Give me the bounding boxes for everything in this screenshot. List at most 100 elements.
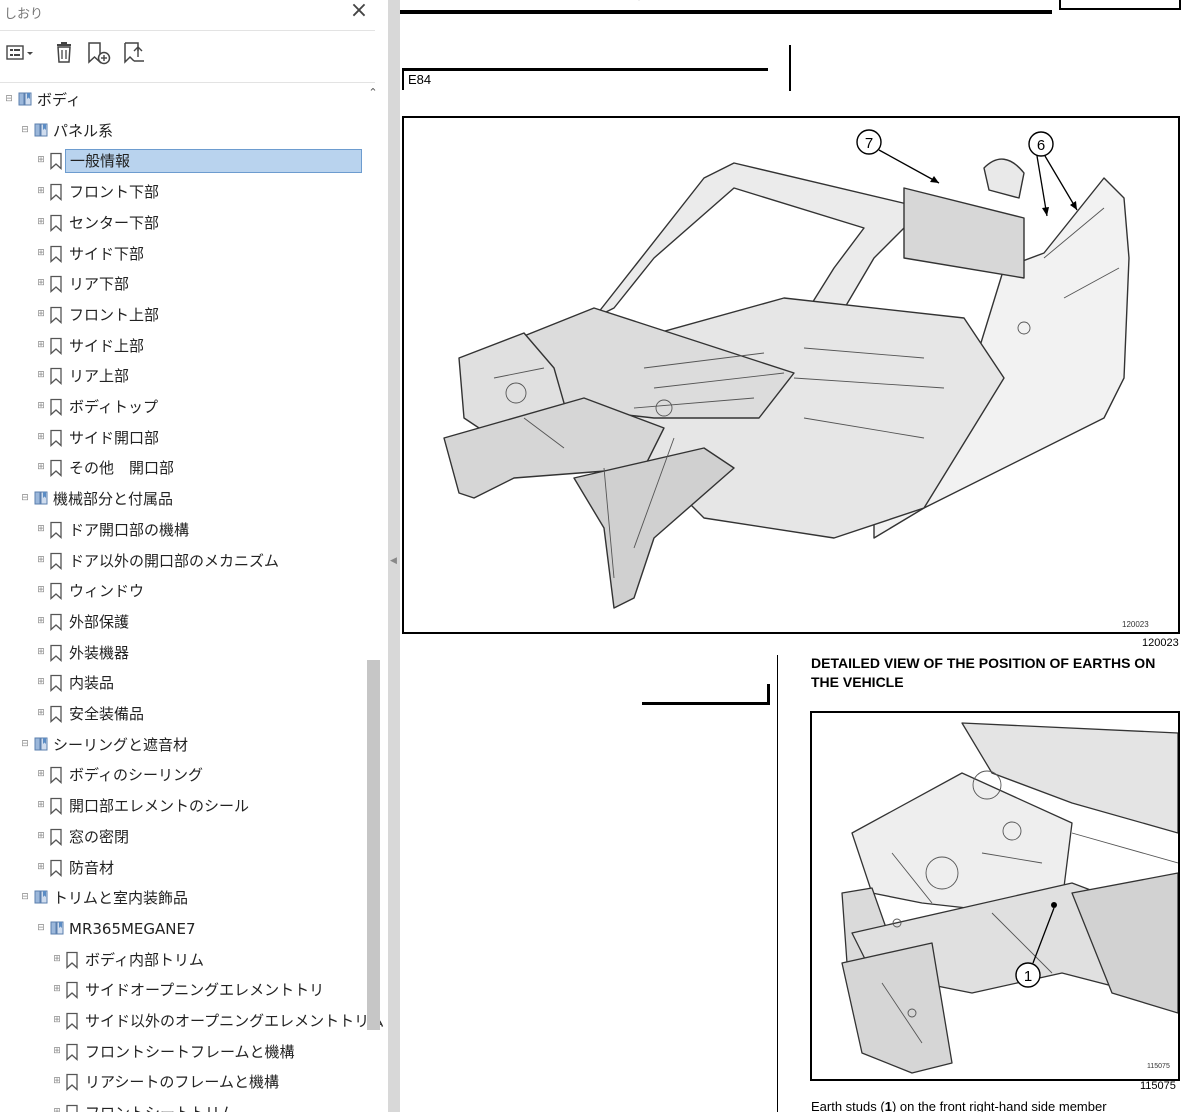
expand-toggle-icon[interactable]: ⊞: [36, 186, 46, 196]
new-bookmark-icon[interactable]: [86, 40, 114, 66]
bookmark-item[interactable]: ⊞ リアシートのフレームと機構: [0, 1067, 366, 1097]
bookmark-item[interactable]: ⊞ センター下部: [0, 208, 366, 238]
bookmark-item[interactable]: ⊞ ボディ内部トリム: [0, 945, 366, 975]
bookmark-icon: [49, 859, 65, 877]
bookmark-item[interactable]: ⊞ ボディトップ: [0, 392, 366, 422]
bookmark-item[interactable]: ⊞ 外装機器: [0, 638, 366, 668]
bookmark-item[interactable]: ⊞ ドア以外の開口部のメカニズム: [0, 546, 366, 576]
expand-toggle-icon[interactable]: ⊞: [36, 432, 46, 442]
expand-toggle-icon[interactable]: ⊞: [36, 831, 46, 841]
bookmark-label: シーリングと遮音材: [53, 735, 189, 754]
expand-toggle-icon[interactable]: ⊞: [36, 585, 46, 595]
figure2-ref: 115075: [1140, 1080, 1176, 1092]
bookmark-label: サイド上部: [69, 336, 145, 355]
bookmark-folder-icon: [33, 889, 49, 907]
earth-stud-figure: 1: [810, 711, 1180, 1081]
bookmark-item[interactable]: ⊞ 窓の密閉: [0, 822, 366, 852]
bookmark-item[interactable]: ⊞ ウィンドウ: [0, 576, 366, 606]
expand-toggle-icon[interactable]: ⊞: [52, 1046, 62, 1056]
bookmark-item[interactable]: ⊞ ドア開口部の機構: [0, 515, 366, 545]
expand-bookmark-icon[interactable]: [120, 40, 148, 66]
bookmark-item[interactable]: ⊞ 防音材: [0, 853, 366, 883]
collapse-toggle-icon[interactable]: ⊟: [4, 94, 14, 104]
figure2-caption: Earth studs (1) on the front right-hand …: [811, 1099, 1107, 1112]
scrollbar-thumb[interactable]: [367, 660, 380, 1030]
expand-toggle-icon[interactable]: ⊞: [52, 984, 62, 994]
expand-toggle-icon[interactable]: ⊞: [36, 708, 46, 718]
bookmark-item[interactable]: ⊟ ボディ: [0, 85, 366, 115]
expand-toggle-icon[interactable]: ⊞: [52, 1015, 62, 1025]
bookmark-item[interactable]: ⊞ フロント下部: [0, 177, 366, 207]
expand-toggle-icon[interactable]: ⊞: [36, 155, 46, 165]
bookmark-item[interactable]: ⊞ リア上部: [0, 361, 366, 391]
bookmark-item[interactable]: ⊞ サイドオープニングエレメントトリ: [0, 975, 366, 1005]
bookmark-item[interactable]: ⊟ パネル系: [0, 116, 366, 146]
expand-toggle-icon[interactable]: ⊞: [52, 1076, 62, 1086]
bookmark-item[interactable]: ⊞ リア下部: [0, 269, 366, 299]
options-menu-icon[interactable]: [4, 40, 33, 66]
expand-toggle-icon[interactable]: ⊞: [36, 340, 46, 350]
bookmark-item[interactable]: ⊟ 機械部分と付属品: [0, 484, 366, 514]
bookmark-item[interactable]: ⊞ 内装品: [0, 668, 366, 698]
expand-toggle-icon[interactable]: ⊞: [36, 370, 46, 380]
bookmark-icon: [49, 613, 65, 631]
bookmark-item[interactable]: ⊞ 開口部エレメントのシール: [0, 791, 366, 821]
section-rule-tick: [402, 68, 404, 90]
bookmark-item[interactable]: ⊞ その他 開口部: [0, 453, 366, 483]
bookmark-item[interactable]: ⊟ シーリングと遮音材: [0, 730, 366, 760]
figure2-code: 115075: [1147, 1063, 1170, 1070]
bookmark-item[interactable]: ⊞ フロントシートトリム: [0, 1098, 366, 1112]
bookmark-label: 外部保護: [69, 612, 130, 631]
expand-toggle-icon[interactable]: ⊞: [36, 647, 46, 657]
expand-toggle-icon[interactable]: ⊞: [36, 769, 46, 779]
collapse-toggle-icon[interactable]: ⊟: [36, 923, 46, 933]
expand-toggle-icon[interactable]: ⊞: [36, 555, 46, 565]
bookmark-icon: [49, 245, 65, 263]
collapse-toggle-icon[interactable]: ⊟: [20, 125, 30, 135]
expand-toggle-icon[interactable]: ⊞: [36, 677, 46, 687]
bookmark-label: フロントシートトリム: [85, 1103, 235, 1112]
collapse-arrow-icon[interactable]: ◀: [390, 556, 397, 566]
figure1-ref: 120023: [1142, 637, 1179, 649]
expand-toggle-icon[interactable]: ⊞: [36, 248, 46, 258]
figure1-code: 120023: [1122, 620, 1149, 629]
delete-bookmark-icon[interactable]: [52, 40, 80, 66]
expand-toggle-icon[interactable]: ⊞: [36, 401, 46, 411]
bookmark-icon: [49, 306, 65, 324]
bookmark-item[interactable]: ⊞ 一般情報: [0, 146, 366, 176]
expand-toggle-icon[interactable]: ⊞: [36, 462, 46, 472]
bookmarks-panel: しおり × ⊟ ボディ ⊟ パネル系 ⊞ 一般情報 ⊞ フロント下部 ⊞ センター下部 ⊞ サイド下部…: [0, 0, 388, 1112]
bookmark-icon: [49, 582, 65, 601]
bookmark-item[interactable]: ⊞ ボディのシーリング: [0, 760, 366, 790]
bookmark-item[interactable]: ⊞ フロント上部: [0, 300, 366, 330]
collapse-toggle-icon[interactable]: ⊟: [20, 892, 30, 902]
expand-toggle-icon[interactable]: ⊞: [36, 524, 46, 534]
expand-toggle-icon[interactable]: ⊞: [52, 1107, 62, 1112]
close-panel-button[interactable]: ×: [346, 0, 372, 24]
expand-toggle-icon[interactable]: ⊞: [36, 862, 46, 872]
bookmark-item[interactable]: ⊞ 外部保護: [0, 607, 366, 637]
collapse-toggle-icon[interactable]: ⊟: [20, 739, 30, 749]
front-structure-illustration: 1: [841, 722, 1178, 1074]
column-rule: [789, 45, 791, 91]
bookmark-item[interactable]: ⊞ サイド以外のオープニングエレメントトリム: [0, 1006, 384, 1036]
bookmark-icon: [49, 705, 65, 723]
bookmark-item[interactable]: ⊞ サイド上部: [0, 331, 366, 361]
collapse-toggle-icon[interactable]: ⊟: [20, 493, 30, 503]
bookmark-folder-icon: [33, 736, 49, 754]
expand-toggle-icon[interactable]: ⊞: [36, 616, 46, 626]
expand-toggle-icon[interactable]: ⊞: [36, 278, 46, 288]
bookmark-item[interactable]: ⊞ サイド下部: [0, 239, 366, 269]
expand-toggle-icon[interactable]: ⊞: [36, 800, 46, 810]
scroll-up-arrow-icon[interactable]: ⌃: [366, 86, 380, 102]
bookmark-label: フロント上部: [69, 305, 160, 324]
bookmark-item[interactable]: ⊟ MR365MEGANE7: [0, 914, 366, 944]
bookmark-item[interactable]: ⊞ フロントシートフレームと機構: [0, 1037, 366, 1067]
expand-toggle-icon[interactable]: ⊞: [52, 954, 62, 964]
expand-toggle-icon[interactable]: ⊞: [36, 217, 46, 227]
bookmark-item[interactable]: ⊟ トリムと室内装飾品: [0, 883, 366, 913]
expand-toggle-icon[interactable]: ⊞: [36, 309, 46, 319]
callout-6: 6: [1028, 131, 1078, 217]
bookmark-item[interactable]: ⊞ サイド開口部: [0, 423, 366, 453]
bookmark-item[interactable]: ⊞ 安全装備品: [0, 699, 366, 729]
